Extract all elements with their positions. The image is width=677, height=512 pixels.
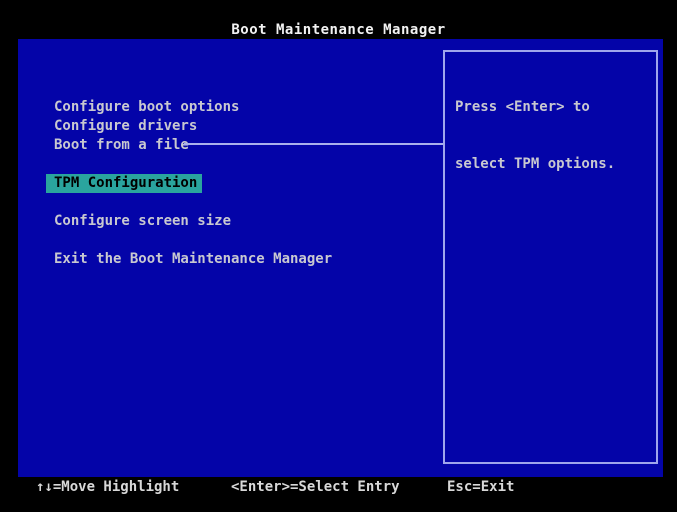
menu-item-configure-boot-options[interactable]: Configure boot options bbox=[54, 98, 239, 117]
menu-item-configure-drivers[interactable]: Configure drivers bbox=[54, 117, 197, 136]
menu-item-boot-from-file[interactable]: Boot from a file bbox=[54, 136, 189, 155]
footer-hints-bar: ↑↓=Move Highlight <Enter>=Select Entry E… bbox=[0, 479, 677, 499]
bios-screen: Boot Maintenance Manager Configure boot … bbox=[0, 0, 677, 512]
menu-item-exit-manager[interactable]: Exit the Boot Maintenance Manager bbox=[54, 250, 332, 269]
hint-select-entry: <Enter>=Select Entry bbox=[231, 479, 400, 495]
help-panel: Press <Enter> to select TPM options. bbox=[443, 50, 658, 464]
page-title: Boot Maintenance Manager bbox=[0, 22, 677, 40]
selection-connector-line bbox=[184, 143, 443, 145]
hint-esc-exit: Esc=Exit bbox=[447, 479, 514, 495]
menu-item-tpm-configuration[interactable]: TPM Configuration bbox=[46, 174, 202, 193]
menu-item-configure-screen-size[interactable]: Configure screen size bbox=[54, 212, 231, 231]
help-panel-line: Press <Enter> to bbox=[455, 98, 646, 117]
hint-move-highlight: ↑↓=Move Highlight bbox=[36, 479, 179, 495]
help-panel-line: select TPM options. bbox=[455, 155, 646, 174]
